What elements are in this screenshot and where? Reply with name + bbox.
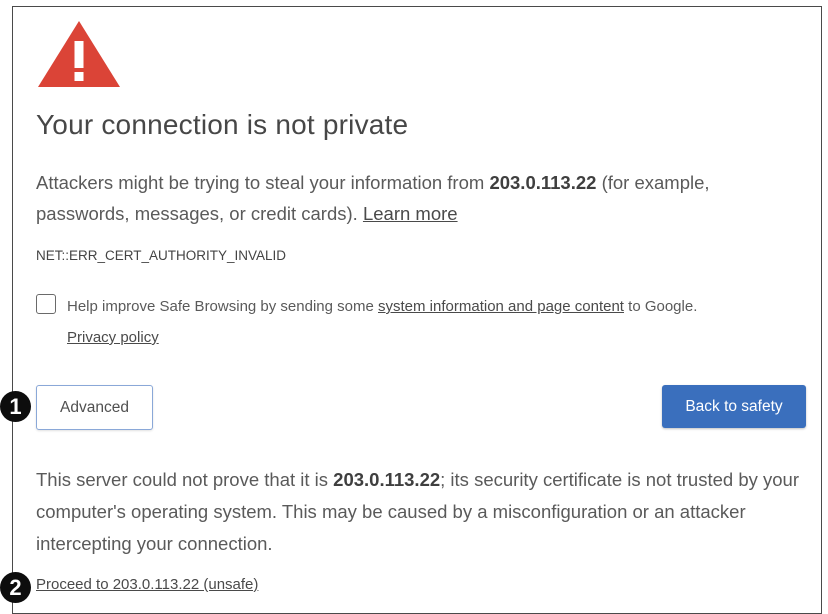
callout-badge-1: 1 (0, 391, 31, 422)
warning-description: Attackers might be trying to steal your … (36, 167, 796, 229)
host-name: 203.0.113.22 (489, 172, 597, 193)
description-text: Attackers might be trying to steal your … (36, 172, 490, 193)
details-text: This server could not prove that it is (36, 469, 334, 490)
system-info-link[interactable]: system information and page content (378, 298, 624, 315)
warning-triangle-icon (38, 21, 120, 87)
privacy-policy-link[interactable]: Privacy policy (67, 329, 159, 346)
back-to-safety-button[interactable]: Back to safety (662, 385, 806, 428)
safe-browsing-text-2: to Google. (623, 298, 698, 315)
page-title: Your connection is not private (36, 109, 409, 140)
safe-browsing-text: Help improve Safe Browsing by sending so… (67, 298, 378, 315)
error-code: NET::ERR_CERT_AUTHORITY_INVALID (36, 248, 287, 263)
learn-more-link[interactable]: Learn more (363, 203, 458, 224)
callout-badge-2: 2 (0, 572, 31, 603)
proceed-unsafe-link[interactable]: Proceed to 203.0.113.22 (unsafe) (36, 576, 258, 593)
safe-browsing-label: Help improve Safe Browsing by sending so… (67, 291, 807, 353)
advanced-details: This server could not prove that it is 2… (36, 464, 806, 560)
details-host-name: 203.0.113.22 (333, 469, 441, 490)
safe-browsing-checkbox[interactable] (36, 294, 56, 314)
advanced-button[interactable]: Advanced (36, 385, 153, 430)
